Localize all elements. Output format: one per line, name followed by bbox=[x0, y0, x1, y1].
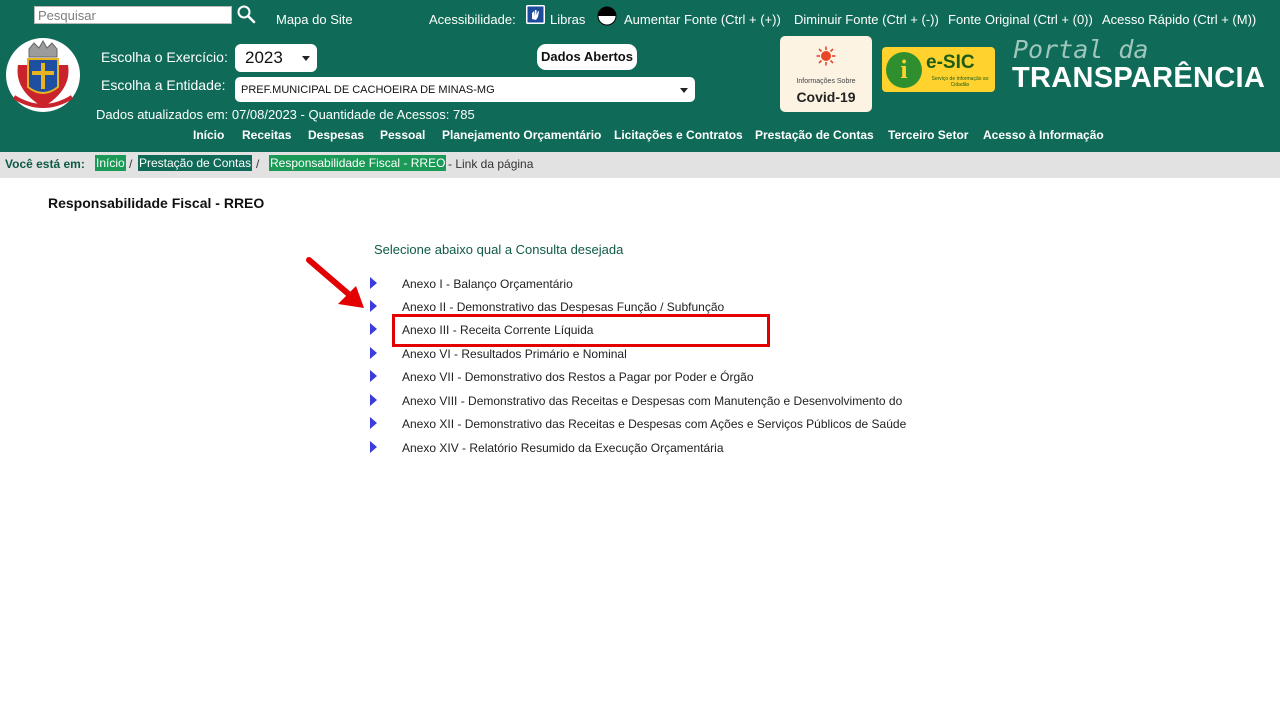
triangle-right-icon bbox=[370, 347, 377, 359]
exercicio-value: 2023 bbox=[245, 48, 283, 67]
nav-acesso-informacao[interactable]: Acesso à Informação bbox=[983, 128, 1104, 142]
esic-button[interactable]: i e-SIC Serviço de Informação ao Cidadão bbox=[882, 47, 995, 92]
annex-label[interactable]: Anexo VII - Demonstrativo dos Restos a P… bbox=[402, 370, 754, 384]
breadcrumb-label: Você está em: bbox=[5, 157, 85, 171]
annex-item-anexo-xiv[interactable]: Anexo XIV - Relatório Resumido da Execuç… bbox=[368, 441, 968, 461]
aumentar-fonte-link[interactable]: Aumentar Fonte (Ctrl + (+)) bbox=[624, 12, 781, 27]
libras-link[interactable]: Libras bbox=[550, 12, 585, 27]
chevron-down-icon bbox=[302, 56, 310, 61]
triangle-right-icon bbox=[370, 300, 377, 312]
entidade-select[interactable]: PREF.MUNICIPAL DE CACHOEIRA DE MINAS-MG bbox=[235, 77, 695, 102]
nav-inicio[interactable]: Início bbox=[193, 128, 224, 142]
covid-small-text: Informações Sobre bbox=[796, 78, 856, 85]
covid-info-button[interactable]: Informações Sobre Covid-19 bbox=[780, 36, 872, 112]
triangle-right-icon bbox=[370, 394, 377, 406]
chevron-down-icon bbox=[680, 87, 688, 93]
dados-abertos-button[interactable]: Dados Abertos bbox=[537, 44, 637, 70]
breadcrumb-current[interactable]: Responsabilidade Fiscal - RREO bbox=[269, 155, 447, 171]
acesso-rapido-link[interactable]: Acesso Rápido (Ctrl + (M)) bbox=[1102, 12, 1256, 27]
triangle-right-icon bbox=[370, 417, 377, 429]
virus-icon bbox=[816, 46, 836, 66]
annex-label[interactable]: Anexo I - Balanço Orçamentário bbox=[402, 277, 573, 291]
triangle-right-icon bbox=[370, 323, 377, 335]
annex-label[interactable]: Anexo II - Demonstrativo das Despesas Fu… bbox=[402, 300, 724, 314]
nav-pessoal[interactable]: Pessoal bbox=[380, 128, 425, 142]
mapa-site-link[interactable]: Mapa do Site bbox=[276, 12, 353, 27]
exercicio-label: Escolha o Exercício: bbox=[101, 49, 228, 65]
breadcrumb: Você está em: Início / Prestação de Cont… bbox=[0, 152, 1280, 178]
nav-terceiro-setor[interactable]: Terceiro Setor bbox=[888, 128, 968, 142]
update-info: Dados atualizados em: 07/08/2023 - Quant… bbox=[96, 107, 475, 122]
annex-label[interactable]: Anexo XIV - Relatório Resumido da Execuç… bbox=[402, 441, 724, 455]
triangle-right-icon bbox=[370, 370, 377, 382]
breadcrumb-separator: / bbox=[256, 157, 260, 171]
accessibility-label: Acessibilidade: bbox=[429, 12, 516, 27]
page-title: Responsabilidade Fiscal - RREO bbox=[48, 195, 265, 211]
accessibility-bar: Mapa do Site Acessibilidade: Libras Aume… bbox=[0, 0, 1280, 31]
annex-item-anexo-vi[interactable]: Anexo VI - Resultados Primário e Nominal bbox=[368, 347, 968, 367]
site-header: Escolha o Exercício: 2023 Escolha a Enti… bbox=[0, 31, 1280, 152]
esic-label: e-SIC bbox=[926, 52, 975, 73]
search-input[interactable] bbox=[34, 6, 232, 24]
consulta-instructions: Selecione abaixo qual a Consulta desejad… bbox=[374, 242, 624, 257]
contrast-icon[interactable] bbox=[597, 6, 617, 26]
triangle-right-icon bbox=[370, 277, 377, 289]
annex-label[interactable]: Anexo VI - Resultados Primário e Nominal bbox=[402, 347, 627, 361]
annex-item-anexo-i[interactable]: Anexo I - Balanço Orçamentário bbox=[368, 277, 968, 297]
portal-logo-top: Portal da bbox=[1013, 35, 1149, 64]
search-icon[interactable] bbox=[236, 4, 256, 24]
triangle-right-icon bbox=[370, 441, 377, 453]
nav-licitacoes[interactable]: Licitações e Contratos bbox=[614, 128, 743, 142]
annex-label[interactable]: Anexo VIII - Demonstrativo das Receitas … bbox=[402, 394, 902, 408]
covid-title: Covid-19 bbox=[796, 89, 856, 105]
exercicio-select[interactable]: 2023 bbox=[235, 44, 317, 72]
libras-hand-icon[interactable] bbox=[526, 5, 545, 24]
annex-item-anexo-vii[interactable]: Anexo VII - Demonstrativo dos Restos a P… bbox=[368, 370, 968, 390]
entidade-label: Escolha a Entidade: bbox=[101, 77, 226, 93]
portal-logo-bottom: TRANSPARÊNCIA bbox=[1012, 62, 1266, 94]
entidade-value: PREF.MUNICIPAL DE CACHOEIRA DE MINAS-MG bbox=[241, 84, 495, 96]
annex-label[interactable]: Anexo XII - Demonstrativo das Receitas e… bbox=[402, 417, 906, 431]
breadcrumb-link-pagina[interactable]: - Link da página bbox=[448, 157, 533, 171]
nav-despesas[interactable]: Despesas bbox=[308, 128, 364, 142]
nav-prestacao-contas[interactable]: Prestação de Contas bbox=[755, 128, 874, 142]
annex-item-anexo-viii[interactable]: Anexo VIII - Demonstrativo das Receitas … bbox=[368, 394, 968, 414]
breadcrumb-home[interactable]: Início bbox=[95, 155, 126, 171]
breadcrumb-separator: / bbox=[129, 157, 133, 171]
breadcrumb-prestacao-contas[interactable]: Prestação de Contas bbox=[138, 155, 253, 171]
red-arrow-annotation-icon bbox=[306, 257, 364, 308]
esic-subtitle: Serviço de Informação ao Cidadão bbox=[931, 76, 989, 88]
nav-planejamento[interactable]: Planejamento Orçamentário bbox=[442, 128, 601, 142]
nav-receitas[interactable]: Receitas bbox=[242, 128, 291, 142]
municipal-coat-of-arms-icon[interactable] bbox=[4, 35, 82, 115]
annex-item-anexo-xii[interactable]: Anexo XII - Demonstrativo das Receitas e… bbox=[368, 417, 968, 437]
diminuir-fonte-link[interactable]: Diminuir Fonte (Ctrl + (-)) bbox=[794, 12, 939, 27]
fonte-original-link[interactable]: Fonte Original (Ctrl + (0)) bbox=[948, 12, 1093, 27]
highlight-box-annotation bbox=[392, 314, 770, 347]
info-icon: i bbox=[886, 52, 922, 88]
